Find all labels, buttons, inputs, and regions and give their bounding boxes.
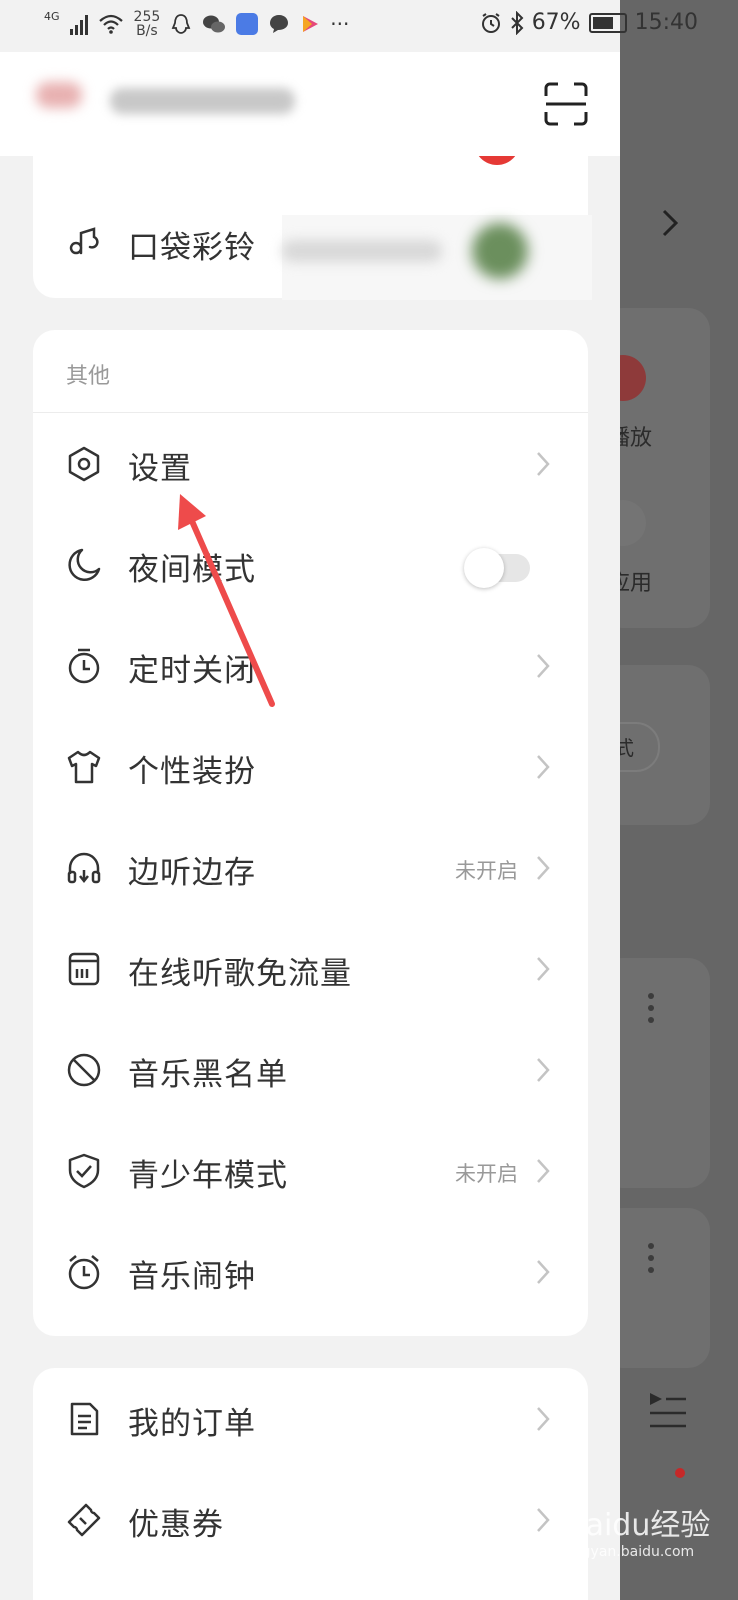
watermark: Baidu经验 jingyan.baidu.com: [565, 1500, 710, 1560]
menu-item-label: 定时关闭: [128, 653, 256, 689]
chevron-right-icon: [537, 1058, 550, 1082]
menu-item-label: 设置: [128, 451, 192, 487]
qq-icon: [171, 14, 191, 34]
playlist-icon[interactable]: [648, 1390, 688, 1430]
menu-item-label: 音乐闹钟: [128, 1259, 256, 1295]
menu-item-label: 边听边存: [128, 855, 256, 891]
menu-item-free-data[interactable]: 在线听歌免流量: [33, 918, 588, 1020]
ringtone-icon: [69, 227, 99, 255]
side-drawer: 口袋彩铃 其他 设置 夜间模式 定时关闭 个性装扮 边听边存 未开启 在线听歌免…: [0, 0, 620, 1600]
menu-item-teen-mode[interactable]: 青少年模式 未开启: [33, 1120, 588, 1222]
moon-icon: [68, 548, 101, 582]
settings-hexagon-icon: [68, 446, 100, 482]
menu-item-music-alarm[interactable]: 音乐闹钟: [33, 1221, 588, 1323]
watermark-sub: jingyan.baidu.com: [565, 1544, 695, 1560]
notification-dot: [675, 1468, 685, 1478]
menu-item-label: 夜间模式: [128, 552, 256, 588]
blurred-content: [282, 215, 592, 300]
menu-item-listen-and-save[interactable]: 边听边存 未开启: [33, 817, 588, 919]
chevron-right-icon: [537, 755, 550, 779]
background-app: 播放 应用 模式: [560, 0, 738, 1600]
chevron-right-icon: [537, 1159, 550, 1183]
menu-item-label: 青少年模式: [128, 1158, 288, 1194]
menu-item-label: 我的订单: [128, 1406, 256, 1442]
menu-item-blacklist[interactable]: 音乐黑名单: [33, 1019, 588, 1121]
section-title: 其他: [66, 364, 111, 389]
more-vertical-icon[interactable]: [648, 993, 654, 1029]
chevron-right-icon: [537, 856, 550, 880]
scan-icon[interactable]: [544, 82, 588, 126]
menu-item-label: 优惠券: [128, 1507, 224, 1543]
menu-item-label: 个性装扮: [128, 754, 256, 790]
status-text: 未开启: [455, 1162, 518, 1186]
chevron-right-icon: [537, 654, 550, 678]
battery-percent: 67%: [531, 10, 581, 35]
order-icon: [70, 1402, 99, 1436]
headphones-icon: [67, 852, 101, 884]
night-mode-toggle[interactable]: [464, 548, 530, 588]
watermark-text: Baidu经验: [565, 1508, 711, 1543]
wifi-icon: [98, 14, 123, 34]
status-bar: 4G 255 B/s ··· 67% 15:40: [0, 0, 738, 52]
menu-item-settings[interactable]: 设置: [33, 413, 588, 515]
chevron-right-icon: [537, 1508, 550, 1532]
chevron-right-icon: [537, 1407, 550, 1431]
chevron-right-icon[interactable]: [660, 207, 680, 239]
menu-item-night-mode[interactable]: 夜间模式: [33, 514, 588, 616]
menu-item-theme[interactable]: 个性装扮: [33, 716, 588, 818]
username-blurred[interactable]: [110, 88, 295, 114]
app-notification-icon: [236, 13, 259, 35]
more-notifications-icon: ···: [330, 12, 350, 36]
battery-icon: [588, 12, 627, 33]
bluetooth-icon: [510, 10, 524, 35]
tshirt-icon: [67, 750, 101, 784]
menu-item-label: 音乐黑名单: [128, 1057, 288, 1093]
message-icon: [270, 15, 289, 33]
other-section-card: 其他 设置 夜间模式 定时关闭 个性装扮 边听边存 未开启 在线听歌免流量 音乐…: [33, 330, 588, 1336]
network-speed: 255 B/s: [134, 10, 161, 38]
clock-time: 15:40: [634, 10, 698, 35]
video-app-icon: [303, 16, 319, 32]
chevron-right-icon: [537, 957, 550, 981]
block-icon: [67, 1053, 101, 1087]
wechat-icon: [203, 15, 226, 33]
sim-card-icon: [68, 952, 100, 986]
signal-icon: [69, 13, 88, 35]
alarm-icon: [481, 12, 500, 33]
more-vertical-icon-2[interactable]: [648, 1243, 654, 1279]
network-type: 4G: [44, 9, 60, 23]
alarm-clock-icon: [68, 1255, 100, 1290]
timer-icon: [68, 648, 100, 684]
menu-item-coupons[interactable]: 优惠券: [33, 1469, 588, 1571]
shield-check-icon: [68, 1153, 100, 1189]
menu-item-my-orders[interactable]: 我的订单: [33, 1368, 588, 1470]
chevron-right-icon: [537, 452, 550, 476]
menu-item-sleep-timer[interactable]: 定时关闭: [33, 615, 588, 717]
drawer-header: [0, 52, 620, 156]
avatar[interactable]: [36, 82, 82, 108]
menu-item-label: 在线听歌免流量: [128, 956, 352, 992]
network-speed-unit: B/s: [136, 23, 158, 39]
chevron-right-icon: [537, 1260, 550, 1284]
orders-card: 我的订单 优惠券: [33, 1368, 588, 1600]
status-text: 未开启: [455, 859, 518, 883]
coupon-icon: [67, 1503, 101, 1537]
menu-item-label: 口袋彩铃: [128, 230, 256, 266]
